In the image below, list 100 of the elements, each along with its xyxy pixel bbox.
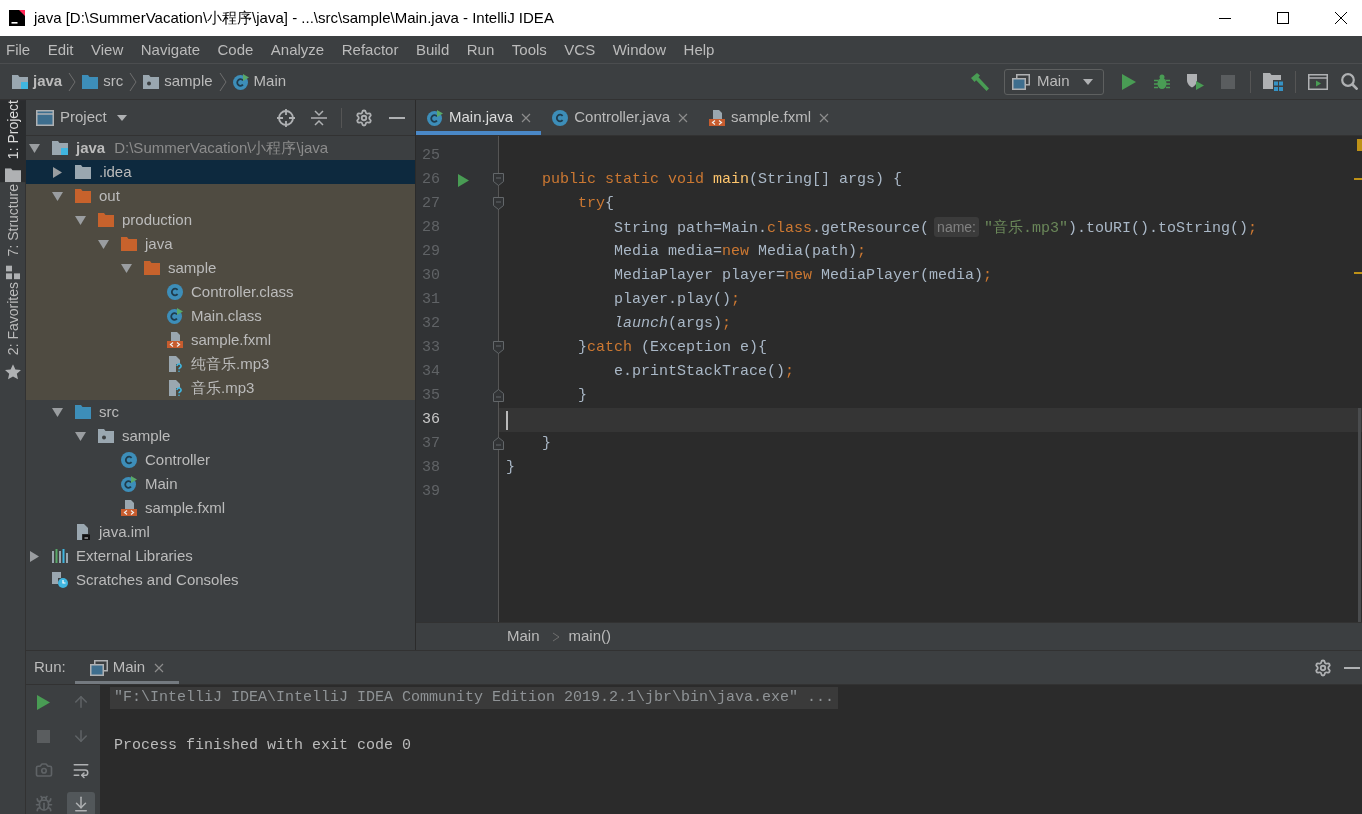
menu-item[interactable]: Run [466, 39, 495, 60]
folder-icon [144, 261, 160, 275]
caret-down-icon[interactable] [120, 263, 132, 273]
tree-item[interactable]: production [26, 208, 415, 232]
run-configuration-dropdown[interactable]: Main [1004, 68, 1104, 95]
tree-item[interactable]: java [26, 232, 415, 256]
menu-item[interactable]: Refactor [341, 39, 399, 60]
tool-window-tab[interactable]: 2: Favorites [0, 281, 26, 380]
tree-item[interactable]: sample [26, 424, 415, 448]
folder-icon [98, 213, 114, 227]
caret-down-icon[interactable] [28, 143, 40, 153]
tree-item[interactable]: Main.class [26, 304, 415, 328]
menu-item[interactable]: Code [217, 39, 254, 60]
markup-file-icon [167, 332, 183, 348]
tree-item[interactable]: .idea [26, 160, 415, 184]
scroll-to-end-toggle[interactable] [66, 792, 95, 814]
close-icon[interactable] [154, 662, 165, 673]
run-gutter-icon[interactable] [458, 173, 469, 187]
tree-item[interactable]: sample.fxml [26, 496, 415, 520]
fold-marker-icon[interactable] [493, 173, 504, 186]
structure-icon [6, 265, 20, 280]
tree-item[interactable]: External Libraries [26, 544, 415, 568]
tree-item[interactable]: Controller.class [26, 280, 415, 304]
menu-item[interactable]: View [91, 39, 124, 60]
menu-item[interactable]: Edit [47, 39, 74, 60]
breadcrumb-item[interactable]: Main [232, 70, 287, 93]
code-line: player.play(); [613, 290, 741, 310]
caret-right-icon[interactable] [52, 166, 62, 178]
wrap-text-icon [71, 761, 90, 779]
stripe-mark-icon [1354, 178, 1362, 180]
text-caret [506, 410, 508, 430]
caret-down-icon[interactable] [51, 191, 63, 201]
tool-window-tab[interactable]: 7: Structure [0, 184, 26, 280]
tree-item[interactable]: Controller [26, 448, 415, 472]
caret-down-icon[interactable] [74, 431, 86, 441]
breadcrumb-item[interactable]: sample [143, 70, 213, 93]
folder-icon [82, 74, 99, 89]
tree-item[interactable]: java.iml [26, 520, 415, 544]
unknown-file-icon [168, 356, 182, 372]
stripe-mark-icon [1354, 272, 1362, 274]
folder-icon [75, 165, 91, 179]
tree-item[interactable]: 音乐.mp3 [26, 376, 415, 400]
menu-item[interactable]: VCS [564, 39, 596, 60]
menu-item[interactable]: Analyze [270, 39, 325, 60]
search-icon [1340, 73, 1358, 90]
tree-item[interactable]: Main [26, 472, 415, 496]
file-clock-icon [52, 572, 68, 588]
breadcrumb-item[interactable]: main() [568, 625, 612, 648]
fold-marker-icon[interactable] [493, 197, 504, 210]
class-run-icon [121, 476, 137, 492]
line-number: 36 [421, 409, 440, 430]
caret-down-icon[interactable] [74, 215, 86, 225]
folder-badge-icon [52, 141, 68, 155]
menu-item[interactable]: Navigate [140, 39, 200, 60]
class-run-icon [427, 109, 443, 126]
menu-item[interactable]: Tools [511, 39, 547, 60]
menu-item[interactable]: Help [683, 39, 715, 60]
breadcrumb-item[interactable]: Main [507, 625, 540, 648]
menu-item[interactable]: Window [612, 39, 667, 60]
chevron-right-icon [68, 71, 77, 92]
breadcrumb-item[interactable]: java [12, 70, 63, 93]
close-icon[interactable] [819, 112, 830, 123]
tree-item[interactable]: sample [26, 256, 415, 280]
tree-item[interactable]: src [26, 400, 415, 424]
markup-file-icon [709, 109, 726, 126]
tree-item[interactable]: 纯音乐.mp3 [26, 352, 415, 376]
code-line: }catch (Exception e){ [577, 338, 768, 358]
run-tab[interactable]: Main [74, 651, 180, 684]
view-selector-dropdown[interactable]: Project [36, 106, 127, 129]
fold-marker-icon[interactable] [493, 389, 504, 402]
caret-down-icon[interactable] [51, 407, 63, 417]
windows-icon [89, 659, 108, 676]
stop-icon [37, 729, 50, 743]
code-line: launch(args); [613, 314, 732, 334]
class-run-icon [232, 73, 249, 90]
editor-tab[interactable]: sample.fxml [698, 100, 840, 135]
fold-marker-icon[interactable] [493, 341, 504, 354]
tree-item[interactable]: Scratches and Consoles [26, 568, 415, 592]
breadcrumb-item[interactable]: src [82, 70, 124, 93]
chevron-right-icon [129, 71, 138, 92]
code-line: } [577, 386, 587, 406]
close-icon[interactable] [521, 112, 532, 123]
editor-tab[interactable]: Main.java [416, 100, 542, 135]
tool-window-tab[interactable]: 1: Project [0, 100, 26, 183]
tree-item[interactable]: java D:\SummerVacation\小程序\java [26, 136, 415, 160]
tree-item[interactable]: out [26, 184, 415, 208]
star-icon [5, 363, 21, 380]
editor-tab[interactable]: Controller.java [541, 100, 699, 135]
minimize-icon [1219, 17, 1231, 19]
menu-item[interactable]: Build [415, 39, 450, 60]
caret-down-icon[interactable] [97, 239, 109, 249]
scrollbar-thumb[interactable] [1358, 408, 1361, 622]
close-icon[interactable] [678, 112, 689, 123]
menu-item[interactable]: File [6, 39, 31, 60]
code-line: MediaPlayer player=new MediaPlayer(media); [613, 266, 993, 286]
maximize-icon [1277, 12, 1289, 24]
tree-item[interactable]: sample.fxml [26, 328, 415, 352]
fold-marker-icon[interactable] [493, 437, 504, 450]
hammer-icon [970, 71, 990, 92]
caret-right-icon[interactable] [29, 550, 39, 562]
